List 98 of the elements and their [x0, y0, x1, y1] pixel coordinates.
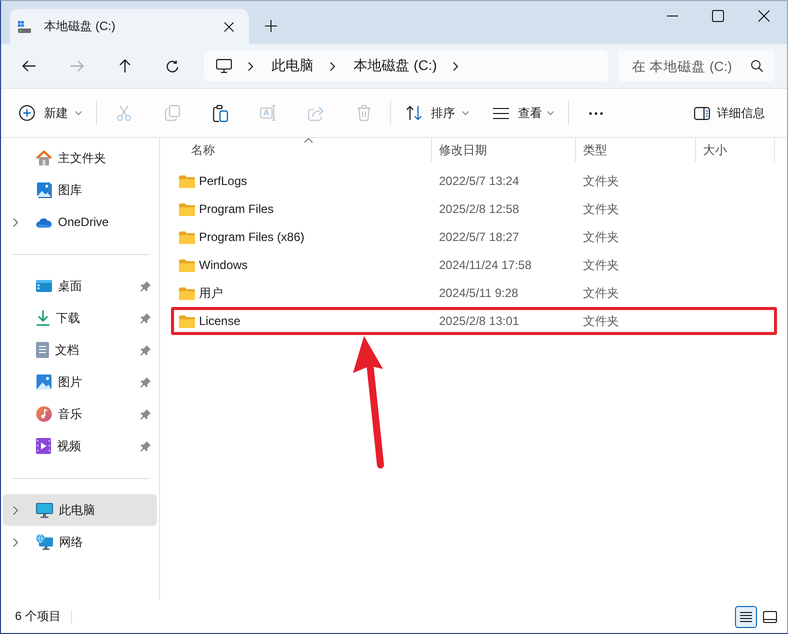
- list-icon: [740, 612, 752, 622]
- network-icon: [36, 534, 53, 550]
- file-name: Program Files (x86): [199, 230, 304, 244]
- close-icon[interactable]: [758, 10, 770, 22]
- chevron-right-icon[interactable]: [452, 62, 458, 70]
- modified-date: 2022/5/7 18:27: [438, 230, 520, 244]
- file-row[interactable]: PerfLogs 2022/5/7 13:24 文件夹: [171, 167, 777, 195]
- music-note-icon: [36, 406, 52, 422]
- modified-date: 2025/2/8 13:01: [438, 314, 520, 328]
- picture-icon: [36, 182, 52, 198]
- file-type: 文件夹: [582, 284, 619, 302]
- more-icon[interactable]: [589, 112, 603, 114]
- file-type: 文件夹: [582, 172, 619, 190]
- sidebar-item[interactable]: 主文件夹: [3, 142, 157, 174]
- file-row[interactable]: Program Files (x86) 2022/5/7 18:27 文件夹: [171, 223, 777, 251]
- item-count: 6 个项目: [15, 608, 62, 625]
- address-bar[interactable]: 此电脑 本地磁盘 (C:): [204, 50, 608, 82]
- breadcrumb[interactable]: 本地磁盘 (C:): [354, 57, 437, 75]
- pin-icon[interactable]: [140, 408, 151, 420]
- breadcrumb[interactable]: 此电脑: [272, 57, 314, 75]
- plus-icon[interactable]: [265, 20, 277, 32]
- film-icon: [36, 438, 51, 454]
- file-row[interactable]: License 2025/2/8 13:01 文件夹: [171, 307, 777, 335]
- column-header[interactable]: 名称: [191, 142, 215, 158]
- pin-icon[interactable]: [140, 440, 151, 452]
- search-icon[interactable]: [750, 60, 763, 72]
- pin-icon[interactable]: [140, 280, 151, 292]
- caret-down-icon: [75, 111, 82, 115]
- sidebar-item[interactable]: 网络: [3, 526, 157, 558]
- monitor-icon: [36, 502, 53, 518]
- folder-icon: [179, 314, 195, 328]
- modified-date: 2024/5/11 9:28: [438, 286, 518, 300]
- picture-icon: [36, 374, 52, 390]
- sidebar-item[interactable]: 桌面: [3, 270, 157, 302]
- refresh-icon[interactable]: [166, 60, 180, 72]
- new-button[interactable]: 新建: [10, 96, 90, 130]
- clipboard-icon[interactable]: [212, 104, 228, 122]
- folder-icon: [179, 202, 195, 216]
- sidebar-item[interactable]: 图库: [3, 174, 157, 206]
- plus-circle-icon: [19, 105, 35, 121]
- file-name: Windows: [199, 258, 248, 272]
- close-icon[interactable]: [224, 22, 234, 32]
- pin-icon[interactable]: [140, 344, 151, 356]
- pin-icon[interactable]: [140, 376, 151, 388]
- caret-down-icon: [547, 111, 554, 115]
- file-name: License: [199, 314, 240, 328]
- modified-date: 2022/5/7 13:24: [438, 174, 520, 188]
- sidebar-item[interactable]: 视频: [3, 430, 157, 462]
- preview-icon: [763, 610, 777, 622]
- modified-date: 2024/11/24 17:58: [438, 258, 532, 272]
- minimize-icon[interactable]: [666, 15, 678, 17]
- file-type: 文件夹: [582, 312, 619, 330]
- pin-icon[interactable]: [140, 312, 151, 324]
- sidebar-item[interactable]: 图片: [3, 366, 157, 398]
- file-row[interactable]: Windows 2024/11/24 17:58 文件夹: [171, 251, 777, 279]
- column-header[interactable]: 修改日期: [439, 142, 487, 158]
- maximize-icon[interactable]: [712, 10, 724, 22]
- chevron-right-icon[interactable]: [248, 62, 253, 70]
- house-icon: [36, 150, 52, 166]
- side-panel-icon: [694, 106, 710, 120]
- file-type: 文件夹: [582, 228, 619, 246]
- details-pane-button[interactable]: 详细信息: [686, 96, 773, 130]
- folder-icon: [179, 286, 195, 300]
- details-view-button[interactable]: [735, 606, 757, 628]
- sidebar-item[interactable]: 此电脑: [3, 494, 157, 526]
- lines-icon: [493, 108, 509, 118]
- sidebar-item[interactable]: 下载: [3, 302, 157, 334]
- drive-icon: [18, 20, 31, 32]
- search-field[interactable]: 在 本地磁盘 (C:): [618, 50, 775, 82]
- file-type: 文件夹: [582, 200, 619, 218]
- file-row[interactable]: Program Files 2025/2/8 12:58 文件夹: [171, 195, 777, 223]
- up-arrow-icon[interactable]: [118, 59, 131, 73]
- sort-button[interactable]: 排序: [398, 96, 477, 130]
- chevron-right-icon[interactable]: [330, 62, 335, 70]
- column-header[interactable]: 类型: [583, 142, 607, 158]
- folder-icon: [179, 174, 195, 188]
- view-button[interactable]: 查看: [485, 96, 562, 130]
- computer-icon: [216, 59, 232, 73]
- tab[interactable]: 本地磁盘 (C:): [10, 9, 249, 44]
- desktop-icon: [36, 280, 52, 292]
- back-arrow-icon[interactable]: [22, 60, 36, 72]
- file-name: 用户: [199, 284, 223, 302]
- file-row[interactable]: 用户 2024/5/11 9:28 文件夹: [171, 279, 777, 307]
- sidebar-item[interactable]: 文档: [3, 334, 157, 366]
- sidebar-item[interactable]: 音乐: [3, 398, 157, 430]
- download-arrow-icon: [36, 310, 50, 326]
- sidebar-item[interactable]: OneDrive: [3, 206, 157, 238]
- column-header[interactable]: 大小: [703, 142, 727, 158]
- modified-date: 2025/2/8 12:58: [438, 202, 520, 216]
- cloud-icon: [36, 216, 52, 228]
- folder-icon: [179, 230, 195, 244]
- sort-arrows-icon: [406, 105, 422, 121]
- file-name: Program Files: [199, 202, 274, 216]
- document-icon: [36, 342, 49, 358]
- file-name: PerfLogs: [199, 174, 248, 188]
- caret-down-icon: [462, 111, 469, 115]
- file-type: 文件夹: [582, 256, 619, 274]
- folder-icon: [179, 258, 195, 272]
